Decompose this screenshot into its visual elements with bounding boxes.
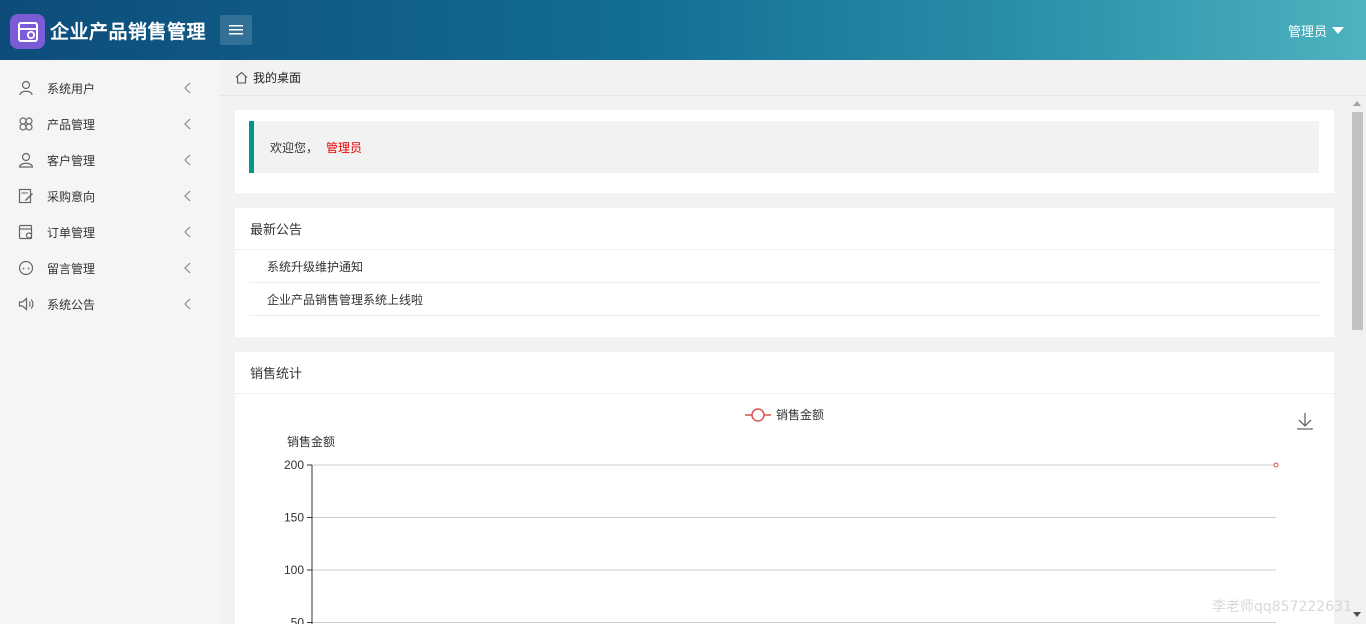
hamburger-icon (229, 25, 243, 35)
legend-label: 销售金额 (776, 407, 824, 422)
order-icon (18, 224, 34, 240)
breadcrumb: 我的桌面 (220, 60, 1366, 96)
sidebar-item-label: 留言管理 (47, 261, 96, 276)
chevron-left-icon (184, 298, 191, 310)
notice-item[interactable]: 企业产品销售管理系统上线啦 (249, 283, 1320, 316)
download-icon[interactable] (1297, 413, 1313, 430)
chevron-left-icon (184, 190, 191, 202)
notice-list: 系统升级维护通知 企业产品销售管理系统上线啦 (235, 250, 1334, 316)
y-tick-label: 100 (284, 563, 304, 577)
y-tick-label: 150 (284, 511, 304, 525)
y-axis-label: 销售金额 (287, 434, 335, 449)
chevron-left-icon (184, 82, 191, 94)
sidebar-item-label: 系统用户 (47, 81, 96, 96)
speaker-icon (18, 296, 34, 312)
chart-grid: 50 100 150 200 (284, 458, 1276, 624)
notice-card: 最新公告 系统升级维护通知 企业产品销售管理系统上线啦 (235, 208, 1334, 337)
edit-icon (18, 188, 34, 204)
sidebar-item-users[interactable]: 系统用户 (0, 70, 220, 106)
sidebar-item-purchase-intent[interactable]: 采购意向 (0, 178, 220, 214)
welcome-box: 欢迎您， 管理员 (249, 121, 1319, 173)
breadcrumb-current[interactable]: 我的桌面 (253, 69, 301, 86)
scroll-down-arrow-icon[interactable] (1353, 612, 1361, 617)
sidebar-item-messages[interactable]: 留言管理 (0, 250, 220, 286)
chevron-left-icon (184, 154, 191, 166)
scroll-up-arrow-icon[interactable] (1353, 101, 1361, 106)
watermark: 李老师qq857222631 (1212, 599, 1352, 615)
scroll-thumb[interactable] (1352, 112, 1363, 330)
welcome-greeting: 欢迎您， (270, 140, 319, 155)
sales-chart: 销售金额 销售金额 50 100 150 200 (284, 407, 1313, 624)
user-menu[interactable]: 管理员 (1288, 21, 1344, 40)
sidebar-item-label: 系统公告 (47, 297, 96, 312)
user-icon (18, 80, 34, 96)
y-tick-label: 50 (291, 616, 305, 624)
chart-legend[interactable]: 销售金额 (745, 407, 824, 422)
data-point[interactable] (1273, 462, 1279, 468)
sidebar-item-label: 产品管理 (47, 117, 96, 132)
sidebar-item-customers[interactable]: 客户管理 (0, 142, 220, 178)
sidebar-item-label: 客户管理 (47, 153, 96, 168)
chat-icon (18, 260, 34, 276)
chevron-left-icon (184, 262, 191, 274)
app-logo-icon (10, 14, 45, 49)
person-icon (18, 152, 34, 168)
welcome-user-name: 管理员 (326, 140, 363, 155)
sidebar: 系统用户 产品管理 客户管理 采购意向 订单管理 留言管理 系统公告 (0, 60, 220, 624)
sidebar-item-label: 采购意向 (47, 189, 96, 204)
sidebar-item-orders[interactable]: 订单管理 (0, 214, 220, 250)
sales-card: 销售统计 销售金额 销售金额 50 100 150 200 (235, 352, 1334, 624)
caret-down-icon (1332, 27, 1344, 34)
notice-title: 最新公告 (235, 208, 1334, 250)
chevron-left-icon (184, 118, 191, 130)
sidebar-item-label: 订单管理 (47, 225, 96, 240)
menu-toggle-button[interactable] (220, 15, 252, 45)
welcome-card: 欢迎您， 管理员 (235, 110, 1334, 193)
sales-title: 销售统计 (235, 352, 1334, 394)
legend-marker (751, 408, 765, 422)
page-scrollbar[interactable] (1349, 96, 1366, 624)
app-title: 企业产品销售管理 (50, 21, 207, 43)
user-name: 管理员 (1287, 25, 1327, 40)
notice-item[interactable]: 系统升级维护通知 (249, 250, 1320, 283)
sidebar-item-products[interactable]: 产品管理 (0, 106, 220, 142)
top-header: 企业产品销售管理 管理员 (0, 0, 1366, 60)
home-icon[interactable] (235, 71, 248, 84)
chevron-left-icon (184, 226, 191, 238)
clover-icon (18, 116, 34, 132)
chart-points (1273, 462, 1279, 468)
sidebar-item-announcements[interactable]: 系统公告 (0, 286, 220, 322)
y-tick-label: 200 (284, 458, 304, 472)
sales-chart-area: 销售金额 销售金额 50 100 150 200 (235, 395, 1334, 624)
